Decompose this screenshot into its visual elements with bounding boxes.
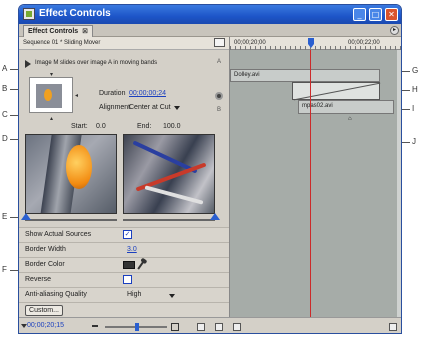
transition-block[interactable]	[292, 82, 380, 100]
prop-show-actual-sources: Show Actual Sources ✓	[19, 227, 229, 242]
start-preview	[25, 134, 117, 214]
border-width-value[interactable]: 3.0	[127, 246, 137, 253]
eyedropper-icon[interactable]	[137, 260, 145, 270]
tab-bar: Effect Controls ⊠ ▸	[19, 24, 401, 37]
edge-selector-top-icon[interactable]: ▾	[50, 71, 53, 78]
duration-label: Duration	[99, 90, 126, 97]
show-timeline-icon[interactable]	[214, 38, 225, 47]
callout-i: I	[412, 104, 415, 113]
zoom-slider-thumb[interactable]	[135, 323, 139, 331]
zoom-in-icon[interactable]	[171, 323, 179, 331]
start-slider-thumb[interactable]	[21, 213, 31, 220]
ruler-ticks	[230, 46, 401, 50]
gear-icon[interactable]	[215, 92, 223, 100]
play-preview-icon[interactable]	[25, 60, 31, 68]
end-preview	[123, 134, 215, 214]
prop-label: Show Actual Sources	[25, 231, 92, 238]
clip-marker-icon: ⌂	[348, 116, 352, 122]
playhead-line[interactable]	[310, 50, 311, 317]
callout-b: B	[2, 84, 8, 93]
effect-description: Image M slides over image A in moving ba…	[35, 60, 158, 66]
callout-g: G	[412, 66, 419, 75]
toggle-loop-icon[interactable]	[197, 323, 205, 331]
maximize-icon[interactable]: □	[369, 8, 382, 21]
edge-selector-bottom-icon[interactable]: ▴	[50, 115, 53, 122]
b-marker: B	[217, 107, 222, 113]
callout-c: C	[2, 110, 8, 119]
end-slider-track[interactable]	[123, 219, 215, 221]
minimize-icon[interactable]: _	[353, 8, 366, 21]
start-value[interactable]: 0.0	[96, 123, 106, 130]
thumbnail-square	[36, 84, 62, 108]
vertical-scrollbar[interactable]	[397, 50, 401, 317]
end-label: End:	[137, 123, 152, 130]
clip-a[interactable]: Dolley.avi	[230, 69, 380, 82]
effect-controls-window: Effect Controls _ □ ✕ Effect Controls ⊠ ▸…	[18, 4, 402, 334]
anti-aliasing-chevron-down-icon[interactable]	[169, 294, 175, 298]
prop-border-color: Border Color	[19, 257, 229, 272]
end-value[interactable]: 100.0	[163, 123, 181, 130]
clip-b-name: mpas02.avi	[302, 103, 333, 109]
panel-menu-icon[interactable]: ▸	[390, 26, 399, 35]
app-icon	[23, 8, 35, 20]
clip-b[interactable]: mpas02.avi	[298, 100, 394, 114]
show-actual-sources-checkbox[interactable]: ✓	[123, 230, 132, 239]
prop-anti-aliasing: Anti-aliasing Quality High	[19, 287, 229, 302]
prop-label: Reverse	[25, 276, 52, 283]
alignment-chevron-down-icon[interactable]	[174, 106, 180, 110]
callout-d: D	[2, 134, 8, 143]
callout-f: F	[2, 265, 7, 274]
tab-effect-controls[interactable]: Effect Controls ⊠	[23, 25, 94, 37]
end-slider-thumb[interactable]	[210, 213, 220, 220]
clip-a-name: Dolley.avi	[234, 72, 260, 78]
export-icon[interactable]	[233, 323, 241, 331]
transition-thumbnail	[29, 77, 73, 113]
reverse-checkbox[interactable]	[123, 275, 132, 284]
prop-custom: Custom...	[19, 302, 229, 317]
toggle-audio-icon[interactable]	[215, 323, 223, 331]
tab-close-icon[interactable]: ⊠	[82, 28, 88, 35]
edge-selector-right-icon[interactable]: ◂	[75, 92, 78, 99]
a-marker: A	[217, 59, 222, 65]
callout-j: J	[412, 137, 416, 146]
zoom-out-icon[interactable]	[92, 325, 98, 327]
prop-label: Anti-aliasing Quality	[25, 291, 87, 298]
alignment-select[interactable]: Center at Cut	[129, 104, 171, 111]
preview-a-fruit	[66, 145, 92, 189]
window-title: Effect Controls	[39, 8, 111, 19]
close-icon[interactable]: ✕	[385, 8, 398, 21]
bottom-bar: 00;00;20;15	[19, 317, 401, 333]
start-label: Start:	[71, 123, 88, 130]
time-ruler[interactable]: 00;00;20;00 00;00;22;00	[230, 37, 401, 50]
title-bar[interactable]: Effect Controls _ □ ✕	[19, 5, 401, 24]
duration-value[interactable]: 00;00;00;24	[129, 90, 166, 97]
panel-resize-icon[interactable]	[389, 323, 397, 331]
prop-border-width: Border Width 3.0	[19, 242, 229, 257]
sequence-label: Sequence 01 * Sliding Mover	[23, 40, 101, 46]
effect-settings-panel: Sequence 01 * Sliding Mover Image M slid…	[19, 37, 229, 333]
tab-label: Effect Controls	[28, 28, 79, 35]
alignment-label: Alignment	[99, 104, 131, 111]
description-row: Image M slides over image A in moving ba…	[19, 58, 229, 70]
anti-aliasing-select[interactable]: High	[127, 291, 141, 298]
current-timecode[interactable]: 00;00;20;15	[27, 322, 64, 329]
prop-label: Border Color	[25, 261, 65, 268]
sequence-bar: Sequence 01 * Sliding Mover	[19, 37, 229, 50]
callout-a: A	[2, 64, 8, 73]
prop-reverse: Reverse	[19, 272, 229, 287]
preview-b-cable-white	[144, 185, 204, 205]
callout-e: E	[2, 212, 8, 221]
custom-button[interactable]: Custom...	[25, 305, 63, 316]
timeline-panel: 00;00;20;00 00;00;22;00 Dolley.avi mpas0…	[229, 37, 401, 317]
prop-label: Border Width	[25, 246, 66, 253]
border-color-swatch[interactable]	[123, 261, 135, 269]
start-slider-track[interactable]	[25, 219, 117, 221]
callout-h: H	[412, 85, 418, 94]
